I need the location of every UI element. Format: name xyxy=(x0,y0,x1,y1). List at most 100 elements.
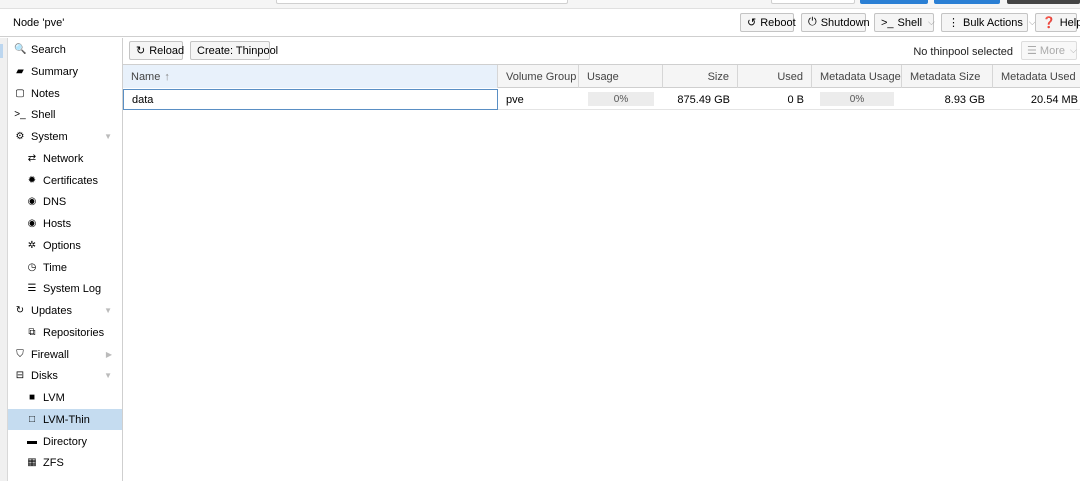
lvm-thin-panel: ↻ Reload Create: Thinpool No thinpool se… xyxy=(123,38,1080,481)
bulk-actions-label: Bulk Actions xyxy=(963,16,1023,29)
clock-icon: ◷ xyxy=(27,262,37,273)
sidebar-item-label: Shell xyxy=(31,108,56,121)
node-menu-sidebar: 🔍 Search ▰ Summary ▢ Notes >_ Shell ⚙ Sy… xyxy=(8,38,123,481)
sidebar-item-hosts[interactable]: ◉ Hosts xyxy=(8,213,122,234)
reboot-label: Reboot xyxy=(760,16,796,29)
column-label: Metadata Size xyxy=(910,70,981,83)
ellipsis-vertical-icon: ⋮ xyxy=(948,17,959,29)
hdd-icon: ⊟ xyxy=(15,370,25,381)
node-title: Node 'pve' xyxy=(13,17,65,29)
sidebar-item-label: Updates xyxy=(31,304,72,317)
top-strip xyxy=(0,0,1080,9)
sidebar-item-disks[interactable]: ⊟ Disks ▼ xyxy=(8,365,122,386)
sidebar-item-search[interactable]: 🔍 Search xyxy=(8,39,122,60)
sidebar-item-dns[interactable]: ◉ DNS xyxy=(8,191,122,212)
reload-label: Reload xyxy=(149,44,185,57)
sidebar-item-updates[interactable]: ↻ Updates ▼ xyxy=(8,300,122,321)
user-menu-fragment[interactable] xyxy=(1007,0,1080,4)
sidebar-item-system[interactable]: ⚙ System ▼ xyxy=(8,126,122,147)
cell-volume-group: pve xyxy=(506,93,524,106)
reboot-button[interactable]: ↺ Reboot xyxy=(740,13,796,32)
sidebar-item-lvm-thin[interactable]: □ LVM-Thin xyxy=(8,409,122,430)
certificate-icon: ✹ xyxy=(27,175,37,186)
column-header-name[interactable]: Name ↑ xyxy=(123,65,498,88)
sidebar-item-time[interactable]: ◷ Time xyxy=(8,257,122,278)
chevron-down-icon: ⌵ xyxy=(1069,45,1077,55)
expand-icon[interactable]: ▶ xyxy=(106,350,112,359)
sidebar-item-label: Firewall xyxy=(31,348,69,361)
column-header-metadata-usage[interactable]: Metadata Usage xyxy=(812,65,902,88)
sidebar-item-firewall[interactable]: ⛉ Firewall ▶ xyxy=(8,344,122,365)
refresh-icon: ↻ xyxy=(136,45,146,57)
column-label: Name xyxy=(131,70,161,83)
sidebar-item-system-log[interactable]: ☰ System Log xyxy=(8,278,122,299)
sidebar-item-label: ZFS xyxy=(43,456,64,469)
column-header-size[interactable]: Size xyxy=(663,65,738,88)
cell-metadata-size: 8.93 GB xyxy=(944,93,985,106)
sidebar-item-shell[interactable]: >_ Shell xyxy=(8,104,122,125)
shutdown-button[interactable]: ⏻ Shutdown xyxy=(801,13,870,32)
square-icon: ■ xyxy=(28,392,36,403)
table-row[interactable]: data pve 0% 875.49 GB 0 B 0% 8.93 GB 20.… xyxy=(123,89,1080,110)
column-label: Metadata Usage xyxy=(820,70,901,83)
sidebar-item-label: Time xyxy=(43,261,68,274)
sidebar-item-notes[interactable]: ▢ Notes xyxy=(8,83,122,104)
search-field-fragment[interactable] xyxy=(276,0,568,4)
more-button[interactable]: ☰ More ⌵ xyxy=(1021,41,1077,60)
column-label: Used xyxy=(777,70,803,83)
column-header-metadata-size[interactable]: Metadata Size xyxy=(902,65,993,88)
folder-icon: ▬ xyxy=(27,436,37,447)
shield-icon: ⛉ xyxy=(16,349,24,360)
question-circle-icon: ❓ xyxy=(1042,17,1056,29)
create-vm-button-fragment[interactable] xyxy=(860,0,928,4)
column-header-metadata-used[interactable]: Metadata Used xyxy=(993,65,1080,88)
sidebar-item-summary[interactable]: ▰ Summary xyxy=(8,61,122,82)
toolbar-button-fragment[interactable] xyxy=(771,0,855,4)
sidebar-item-directory[interactable]: ▬ Directory xyxy=(8,431,122,452)
sidebar-item-label: Notes xyxy=(31,87,60,100)
resource-tree-edge xyxy=(0,38,8,481)
sidebar-item-label: LVM-Thin xyxy=(43,413,90,426)
node-header: Node 'pve' ↺ Reboot ⏻ Shutdown >_ Shell … xyxy=(0,9,1080,37)
more-label: More xyxy=(1039,44,1065,57)
column-header-volume-group[interactable]: Volume Group xyxy=(498,65,579,88)
sidebar-item-repositories[interactable]: ⧉ Repositories xyxy=(8,322,122,343)
undo-icon: ↺ xyxy=(747,17,757,29)
collapse-icon[interactable]: ▼ xyxy=(104,132,112,141)
shell-button[interactable]: >_ Shell ⌵ xyxy=(874,13,935,32)
sidebar-item-label: Summary xyxy=(31,65,79,78)
help-button[interactable]: ❓ Help xyxy=(1035,13,1080,32)
create-thinpool-button[interactable]: Create: Thinpool xyxy=(190,41,278,60)
grid-header: Name ↑ Volume Group Usage Size Used Meta… xyxy=(123,65,1080,88)
globe-icon: ◉ xyxy=(27,218,37,229)
collapse-icon[interactable]: ▼ xyxy=(104,371,112,380)
sidebar-item-zfs[interactable]: ▦ ZFS xyxy=(8,452,122,473)
create-ct-button-fragment[interactable] xyxy=(934,0,1000,4)
exchange-icon: ⇄ xyxy=(27,153,37,164)
power-icon: ⏻ xyxy=(808,16,817,28)
sidebar-item-label: LVM xyxy=(43,391,65,404)
sidebar-item-label: Disks xyxy=(31,369,58,382)
panel-toolbar: ↻ Reload Create: Thinpool No thinpool se… xyxy=(123,38,1080,65)
refresh-icon: ↻ xyxy=(15,305,25,316)
gear-icon: ✲ xyxy=(27,240,37,251)
cell-size: 875.49 GB xyxy=(677,93,730,106)
collapse-icon[interactable]: ▼ xyxy=(104,306,112,315)
sidebar-item-certificates[interactable]: ✹ Certificates xyxy=(8,170,122,191)
help-label: Help xyxy=(1059,16,1080,29)
reload-button[interactable]: ↻ Reload xyxy=(129,41,185,60)
sidebar-item-network[interactable]: ⇄ Network xyxy=(8,148,122,169)
selection-status: No thinpool selected xyxy=(913,46,1013,58)
create-thinpool-label: Create: Thinpool xyxy=(197,44,279,57)
sidebar-item-lvm[interactable]: ■ LVM xyxy=(8,387,122,408)
cell-name: data xyxy=(123,89,498,110)
bulk-actions-button[interactable]: ⋮ Bulk Actions ⌵ xyxy=(941,13,1036,32)
book-icon: ▰ xyxy=(16,66,24,77)
cell-used: 0 B xyxy=(787,93,804,106)
sidebar-item-label: Directory xyxy=(43,435,88,448)
column-header-used[interactable]: Used xyxy=(738,65,812,88)
search-icon: 🔍 xyxy=(14,44,27,55)
sidebar-item-label: Options xyxy=(43,239,81,252)
sidebar-item-options[interactable]: ✲ Options xyxy=(8,235,122,256)
column-header-usage[interactable]: Usage xyxy=(579,65,663,88)
